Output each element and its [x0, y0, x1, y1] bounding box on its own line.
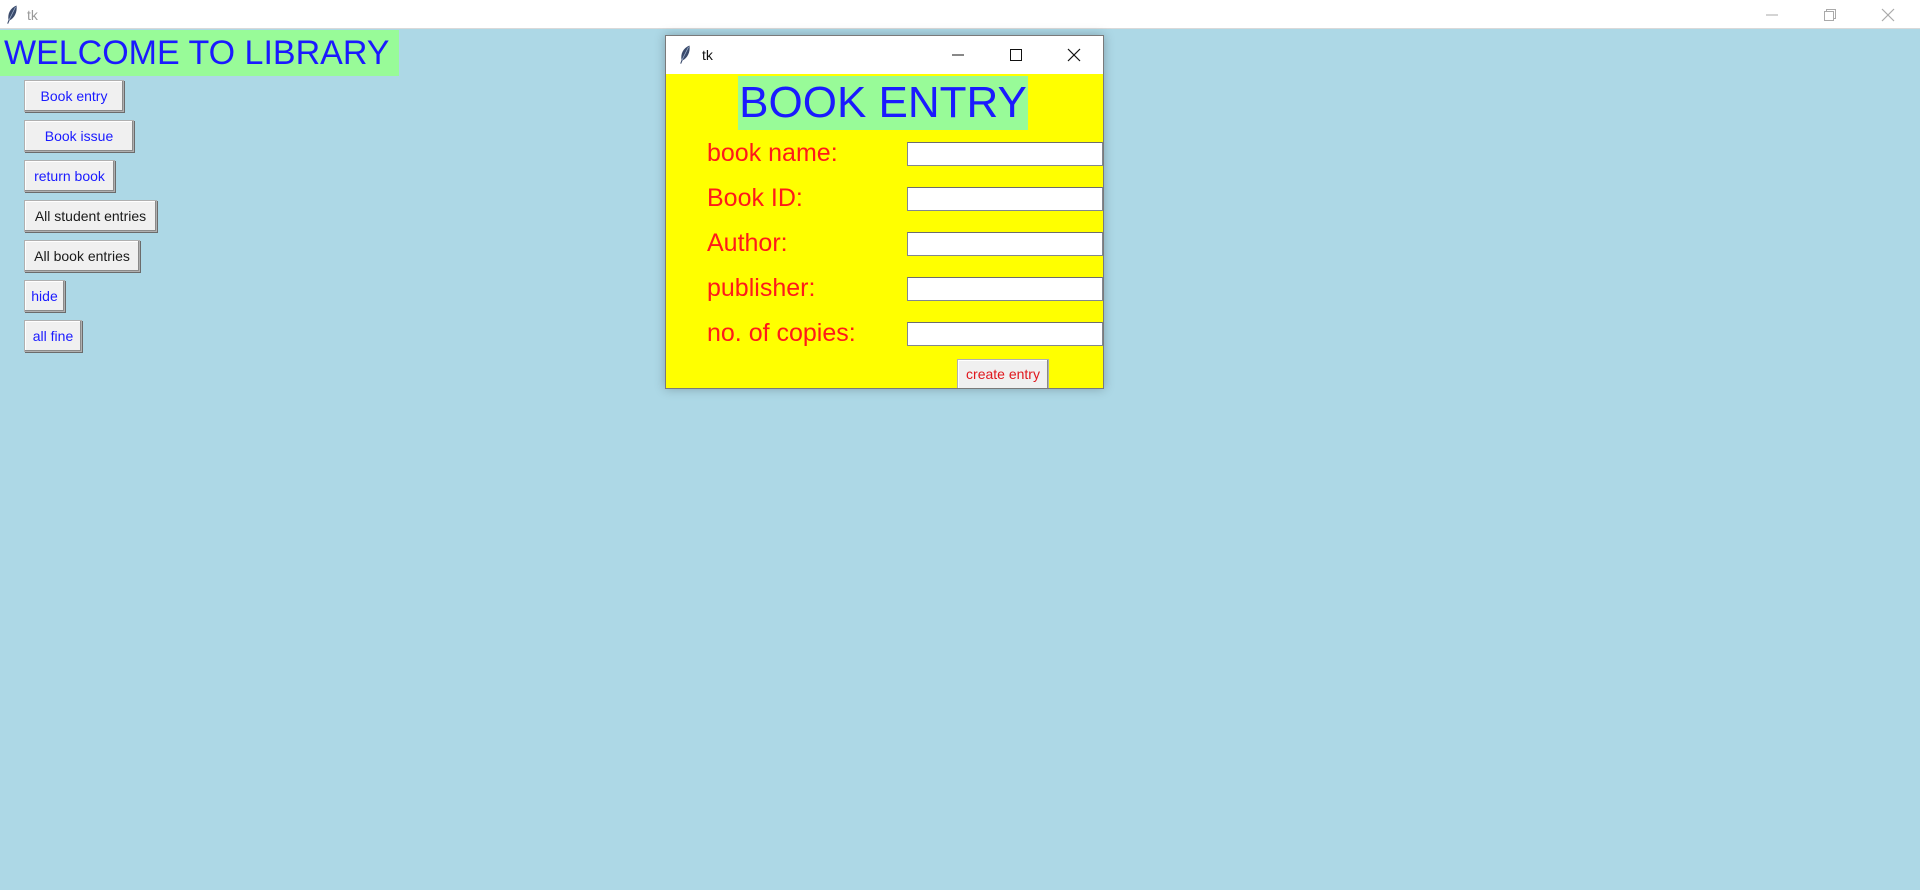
close-icon	[1881, 8, 1895, 21]
all-book-entries-button[interactable]: All book entries	[24, 240, 140, 272]
book-name-label: book name:	[707, 139, 838, 167]
restore-icon	[1824, 8, 1836, 21]
all-student-entries-button[interactable]: All student entries	[24, 200, 157, 232]
feather-icon	[680, 45, 690, 64]
hide-button[interactable]: hide	[24, 280, 65, 312]
author-label: Author:	[707, 229, 788, 257]
dialog-title: tk	[702, 47, 713, 63]
main-titlebar: tk	[0, 0, 1920, 29]
book-entry-heading: BOOK ENTRY	[738, 76, 1028, 130]
window-title: tk	[27, 7, 38, 23]
all-fine-button[interactable]: all fine	[24, 320, 82, 352]
book-name-input[interactable]	[907, 142, 1103, 166]
create-entry-button[interactable]: create entry	[957, 359, 1049, 388]
minimize-icon	[1766, 14, 1778, 15]
book-entry-dialog: tk BOOK ENTRY book name: Book ID: Author…	[665, 35, 1104, 389]
feather-icon	[7, 5, 17, 24]
dialog-maximize-button[interactable]	[987, 36, 1045, 74]
publisher-label: publisher:	[707, 274, 816, 302]
return-book-button[interactable]: return book	[24, 160, 115, 192]
dialog-minimize-button[interactable]	[929, 36, 987, 74]
book-id-input[interactable]	[907, 187, 1103, 211]
welcome-heading: WELCOME TO LIBRARY	[0, 30, 399, 76]
book-id-label: Book ID:	[707, 184, 803, 212]
author-input[interactable]	[907, 232, 1103, 256]
copies-label: no. of copies:	[707, 319, 856, 347]
dialog-titlebar: tk	[666, 36, 1103, 74]
minimize-icon	[952, 54, 964, 56]
maximize-icon	[1010, 49, 1022, 61]
restore-button[interactable]	[1801, 0, 1859, 29]
copies-input[interactable]	[907, 322, 1103, 346]
publisher-input[interactable]	[907, 277, 1103, 301]
book-issue-button[interactable]: Book issue	[24, 120, 134, 152]
book-entry-button[interactable]: Book entry	[24, 80, 124, 112]
minimize-button[interactable]	[1743, 0, 1801, 29]
dialog-close-button[interactable]	[1045, 36, 1103, 74]
close-icon	[1067, 48, 1081, 62]
close-button[interactable]	[1859, 0, 1917, 29]
